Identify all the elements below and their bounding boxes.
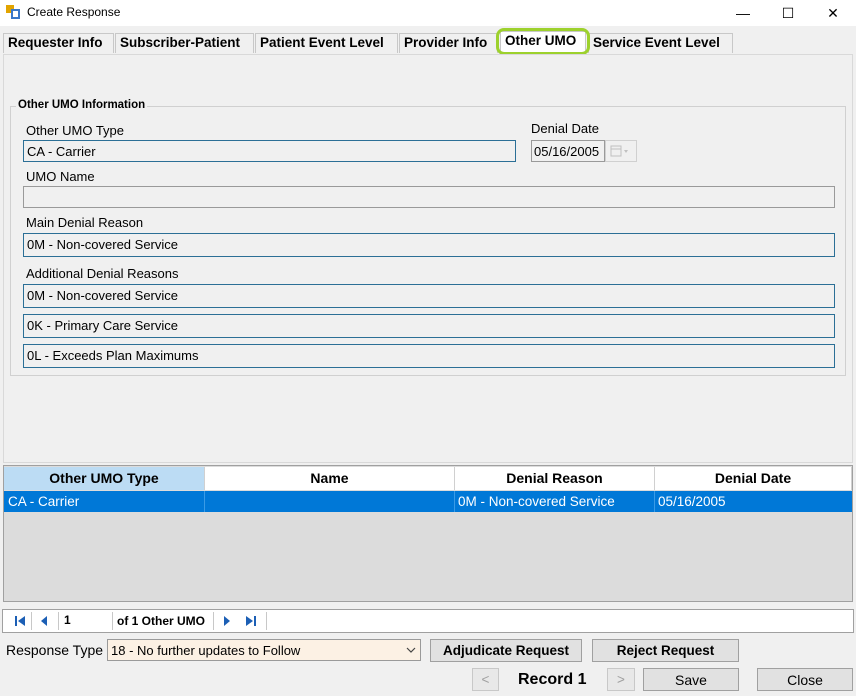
additional-denial-reason-field-3[interactable]: 0L - Exceeds Plan Maximums <box>23 344 835 368</box>
column-header-denial-date[interactable]: Denial Date <box>655 467 852 490</box>
minimize-icon: — <box>736 5 750 21</box>
tab-provider-info[interactable]: Provider Info <box>399 33 498 53</box>
chevron-down-icon <box>406 647 416 653</box>
next-button[interactable]: > <box>607 668 635 691</box>
adjudicate-request-button[interactable]: Adjudicate Request <box>430 639 582 662</box>
main-denial-reason-field[interactable]: 0M - Non-covered Service <box>23 233 835 257</box>
first-record-button[interactable] <box>11 612 29 630</box>
maximize-icon: ☐ <box>781 4 795 21</box>
previous-button[interactable]: < <box>472 668 499 691</box>
window-title: Create Response <box>27 5 121 19</box>
close-icon: ✕ <box>827 4 839 21</box>
nav-separator <box>266 612 267 630</box>
minimize-button[interactable]: — <box>720 0 766 26</box>
first-record-icon <box>15 616 25 626</box>
column-header-name[interactable]: Name <box>205 467 455 490</box>
umo-name-field[interactable] <box>23 186 835 208</box>
other-umo-type-label: Other UMO Type <box>26 123 125 138</box>
additional-denial-reason-field-2[interactable]: 0K - Primary Care Service <box>23 314 835 338</box>
cell-other-umo-type[interactable]: CA - Carrier <box>8 494 79 509</box>
additional-denial-reasons-label: Additional Denial Reasons <box>26 266 179 281</box>
main-denial-reason-label: Main Denial Reason <box>26 215 144 230</box>
previous-record-button[interactable] <box>35 612 53 630</box>
last-record-button[interactable] <box>242 612 260 630</box>
response-type-dropdown[interactable] <box>402 640 420 660</box>
nav-separator <box>112 612 113 630</box>
additional-denial-reason-field-1[interactable]: 0M - Non-covered Service <box>23 284 835 308</box>
column-header-other-umo-type[interactable]: Other UMO Type <box>4 467 205 490</box>
active-tab-highlight <box>496 28 590 55</box>
tab-requester-info[interactable]: Requester Info <box>3 33 114 53</box>
record-label: Record 1 <box>518 671 587 688</box>
previous-record-icon <box>41 616 47 626</box>
close-button[interactable]: Close <box>757 668 853 691</box>
date-picker-button[interactable] <box>605 140 637 162</box>
next-record-icon <box>224 616 230 626</box>
reject-request-button[interactable]: Reject Request <box>592 639 739 662</box>
other-umo-type-field[interactable]: CA - Carrier <box>23 140 516 162</box>
next-record-button[interactable] <box>218 612 236 630</box>
cell-divider <box>654 491 655 512</box>
cell-divider <box>454 491 455 512</box>
save-button[interactable]: Save <box>643 668 739 691</box>
record-count-label: of 1 Other UMO <box>117 614 206 628</box>
tab-patient-event-level[interactable]: Patient Event Level <box>255 33 398 53</box>
nav-separator <box>213 612 214 630</box>
maximize-button[interactable]: ☐ <box>765 0 811 26</box>
nav-separator <box>58 612 59 630</box>
nav-separator <box>31 612 32 630</box>
response-type-select[interactable]: 18 - No further updates to Follow <box>107 639 421 661</box>
denial-date-field[interactable]: 05/16/2005 <box>531 140 605 162</box>
cell-denial-reason[interactable]: 0M - Non-covered Service <box>458 494 615 509</box>
close-window-button[interactable]: ✕ <box>810 0 856 26</box>
cell-divider <box>204 491 205 512</box>
record-position-input[interactable]: 1 <box>64 613 112 627</box>
last-record-icon <box>246 616 256 626</box>
group-title: Other UMO Information <box>16 99 148 111</box>
cell-denial-date[interactable]: 05/16/2005 <box>658 494 726 509</box>
app-icon <box>6 5 20 19</box>
tab-service-event-level[interactable]: Service Event Level <box>588 33 733 53</box>
column-header-denial-reason[interactable]: Denial Reason <box>455 467 655 490</box>
umo-name-label: UMO Name <box>26 169 95 184</box>
tab-subscriber-patient[interactable]: Subscriber-Patient <box>115 33 254 53</box>
denial-date-label: Denial Date <box>531 121 599 136</box>
response-type-label: Response Type <box>6 642 104 658</box>
calendar-icon <box>610 145 628 157</box>
